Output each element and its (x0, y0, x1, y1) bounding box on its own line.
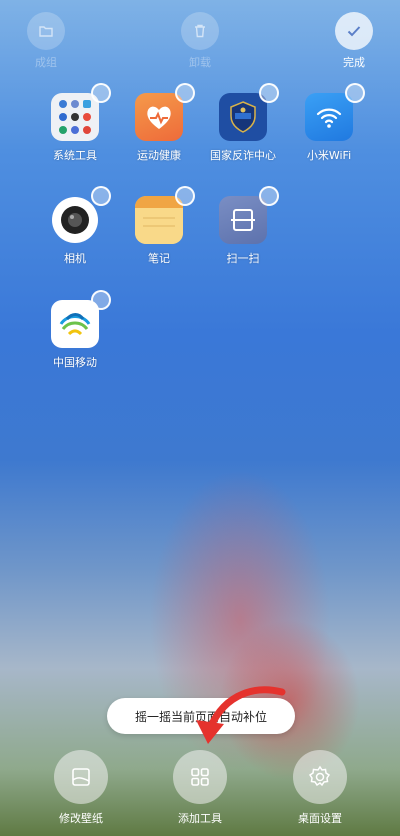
app-label: 系统工具 (53, 149, 97, 162)
desktop-settings-button[interactable]: 桌面设置 (275, 750, 365, 826)
app-china-mobile[interactable]: 中国移动 (30, 290, 120, 370)
folder-icon (27, 12, 65, 50)
app-anti-fraud-center[interactable]: 国家反诈中心 (198, 83, 288, 163)
red-arrow-annotation (196, 686, 286, 744)
done-label: 完成 (343, 56, 365, 69)
anti-fraud-center-icon (219, 93, 267, 141)
sport-health-icon (135, 93, 183, 141)
notes-icon (135, 196, 183, 244)
app-system-tools[interactable]: 系统工具 (30, 83, 120, 163)
app-label: 中国移动 (53, 356, 97, 369)
group-folder-button[interactable]: 成组 (16, 12, 76, 70)
change-wallpaper-label: 修改壁纸 (59, 812, 103, 825)
desktop-settings-label: 桌面设置 (298, 812, 342, 825)
app-label: 扫一扫 (226, 252, 260, 265)
add-tools-button[interactable]: 添加工具 (155, 750, 245, 826)
select-indicator[interactable] (91, 83, 111, 103)
select-indicator[interactable] (345, 83, 365, 103)
select-indicator[interactable] (259, 83, 279, 103)
check-icon (335, 12, 373, 50)
app-notes[interactable]: 笔记 (114, 186, 204, 266)
change-wallpaper-button[interactable]: 修改壁纸 (36, 750, 126, 826)
group-folder-label: 成组 (35, 56, 57, 69)
grid-icon (173, 750, 227, 804)
trash-icon (181, 12, 219, 50)
app-label: 国家反诈中心 (210, 149, 276, 162)
china-mobile-icon (51, 300, 99, 348)
app-camera[interactable]: 相机 (30, 186, 120, 266)
select-indicator[interactable] (175, 83, 195, 103)
app-label: 相机 (64, 252, 86, 265)
select-indicator[interactable] (175, 186, 195, 206)
uninstall-button[interactable]: 卸载 (170, 12, 230, 70)
app-sport-health[interactable]: 运动健康 (114, 83, 204, 163)
wifi-icon (305, 93, 353, 141)
wallpaper-icon (54, 750, 108, 804)
scan-icon (219, 196, 267, 244)
select-indicator[interactable] (91, 186, 111, 206)
add-tools-label: 添加工具 (178, 812, 222, 825)
select-indicator[interactable] (259, 186, 279, 206)
app-scan[interactable]: 扫一扫 (198, 186, 288, 266)
system-tools-folder-icon (51, 93, 99, 141)
app-label: 运动健康 (137, 149, 181, 162)
camera-icon (51, 196, 99, 244)
gear-icon (293, 750, 347, 804)
uninstall-label: 卸载 (189, 56, 211, 69)
select-indicator[interactable] (91, 290, 111, 310)
done-button[interactable]: 完成 (324, 12, 384, 70)
app-label: 笔记 (148, 252, 170, 265)
app-label: 小米WiFi (306, 149, 352, 162)
app-xiaomi-wifi[interactable]: 小米WiFi (284, 83, 374, 163)
